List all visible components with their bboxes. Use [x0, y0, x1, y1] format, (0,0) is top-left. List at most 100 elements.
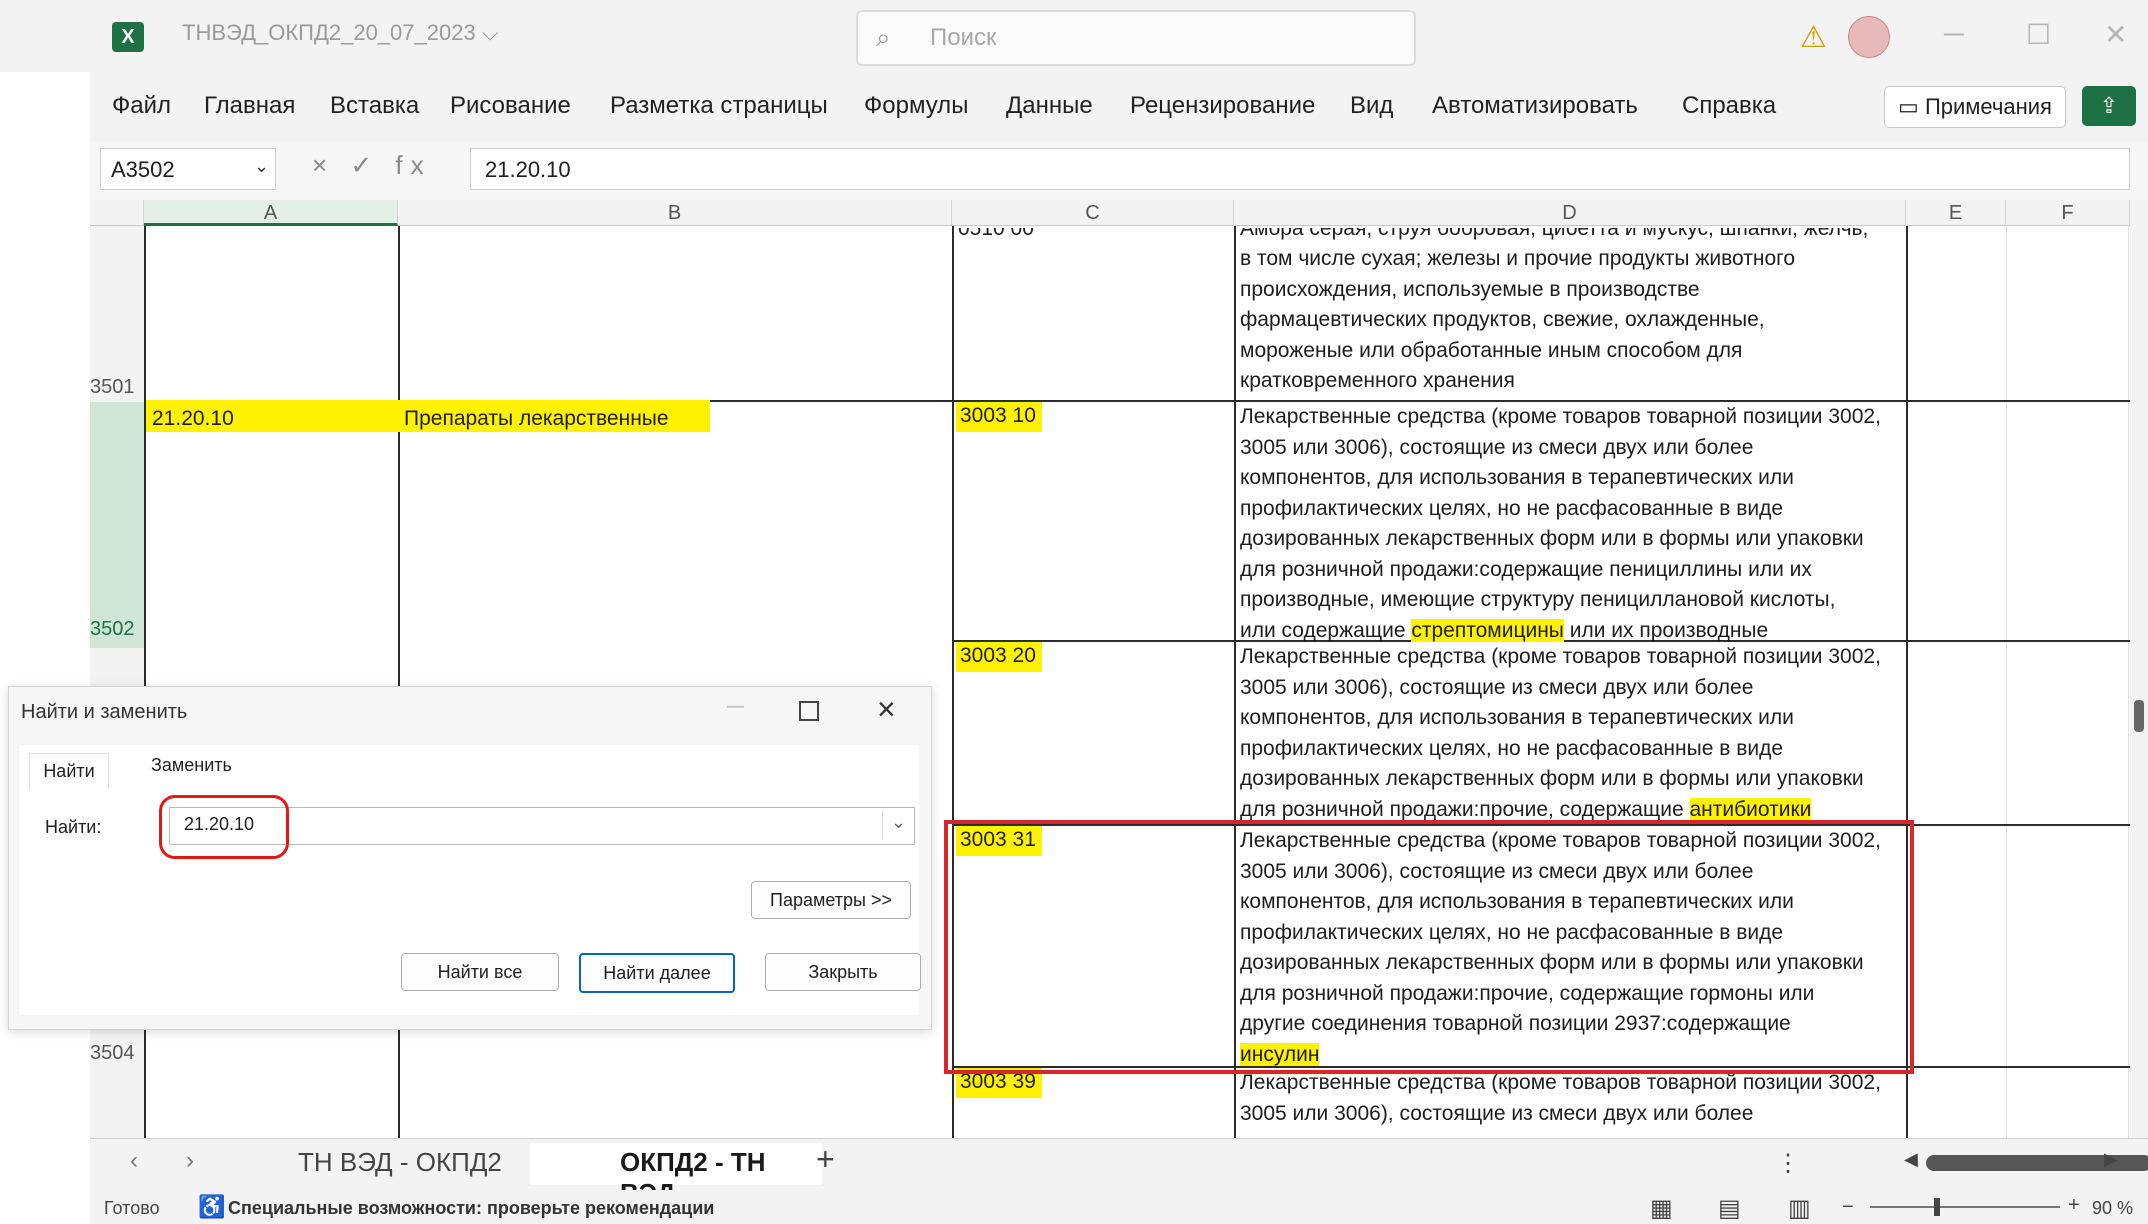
tab-replace[interactable]: Заменить: [151, 755, 232, 776]
find-history-dropdown[interactable]: ⌄: [882, 810, 913, 840]
comments-button[interactable]: ▭ Примечания: [1884, 86, 2066, 128]
column-header-b[interactable]: B: [398, 200, 952, 226]
cell-b-3502[interactable]: Препараты лекарственные: [404, 404, 669, 435]
menu-draw[interactable]: Рисование: [450, 92, 571, 120]
status-ready: Готово: [104, 1198, 160, 1218]
column-header-e[interactable]: E: [1906, 200, 2006, 226]
cell-line: дозированных лекарственных форм или в фо…: [1240, 527, 1864, 550]
zoom-slider-thumb[interactable]: [1934, 1198, 1940, 1216]
minimize-button[interactable]: ─: [1944, 18, 1964, 50]
cell-line: Лекарственные средства (кроме товаров то…: [1240, 405, 1881, 428]
cell-line: для розничной продажи:содержащие пеницил…: [1240, 557, 1812, 581]
menu-page-layout[interactable]: Разметка страницы: [610, 92, 828, 120]
share-button[interactable]: ⇪: [2082, 86, 2136, 126]
row-number-3502[interactable]: 3502: [90, 618, 144, 641]
cell-line: 3005 или 3006), состоящие из смеси двух …: [1240, 675, 1754, 699]
scroll-left-icon[interactable]: ◀: [1904, 1149, 1918, 1170]
ribbon-menu: Файл Главная Вставка Рисование Разметка …: [90, 72, 2148, 142]
search-box[interactable]: ⌕ Поиск: [856, 10, 1416, 66]
page-break-view-icon[interactable]: ▥: [1788, 1194, 1811, 1223]
dialog-maximize-icon[interactable]: [799, 701, 819, 721]
formula-controls[interactable]: × ✓ fx: [312, 150, 432, 181]
cell-line: производные, имеющие структуру пеницилла…: [1240, 588, 1836, 611]
accessibility-icon[interactable]: ♿: [198, 1194, 225, 1220]
cell-a-3502[interactable]: 21.20.10: [152, 404, 234, 435]
document-title[interactable]: ТНВЭД_ОКПД2_20_07_2023 ⌵: [182, 20, 498, 46]
name-box[interactable]: A3502: [100, 148, 276, 190]
close-dialog-button[interactable]: Закрыть: [765, 953, 921, 991]
excel-icon: X: [112, 22, 144, 52]
formula-input[interactable]: 21.20.10: [470, 148, 2130, 190]
zoom-in-icon[interactable]: +: [2068, 1194, 2080, 1217]
column-header-a[interactable]: A: [144, 200, 398, 226]
text-run: или их производные: [1563, 618, 1769, 642]
page-layout-view-icon[interactable]: ▤: [1718, 1194, 1741, 1223]
row-number-3501[interactable]: 3501: [90, 376, 144, 399]
comment-icon: ▭: [1898, 94, 1925, 119]
zoom-out-icon[interactable]: −: [1842, 1196, 1854, 1219]
avatar[interactable]: [1848, 16, 1890, 58]
scroll-right-icon[interactable]: ▶: [2104, 1149, 2118, 1170]
menu-review[interactable]: Рецензирование: [1130, 92, 1315, 120]
cell-d-3505[interactable]: Лекарственные средства (кроме товаров то…: [1240, 1068, 1881, 1129]
row-number-3504[interactable]: 3504: [90, 1042, 144, 1065]
add-sheet-button[interactable]: +: [816, 1141, 835, 1178]
vertical-scroll-thumb[interactable]: [2134, 700, 2144, 732]
name-box-dropdown-icon[interactable]: ⌄: [254, 156, 269, 177]
menu-formulas[interactable]: Формулы: [864, 92, 968, 120]
normal-view-icon[interactable]: ▦: [1650, 1194, 1673, 1223]
cell-c-3502[interactable]: 3003 10: [956, 402, 1042, 432]
highlighted-term: стрептомицины: [1411, 618, 1564, 642]
warning-icon[interactable]: ⚠: [1800, 20, 1827, 55]
column-header-f[interactable]: F: [2006, 200, 2130, 226]
zoom-slider[interactable]: [1870, 1206, 2060, 1208]
vertical-scrollbar[interactable]: [2130, 200, 2148, 1138]
search-icon: ⌕: [876, 22, 891, 52]
highlighted-term: антибиотики: [1689, 797, 1812, 821]
cell-line: 3005 или 3006), состоящие из смеси двух …: [1240, 1101, 1754, 1125]
dialog-minimize-icon[interactable]: ─: [727, 693, 744, 721]
dialog-title: Найти и заменить: [21, 701, 188, 723]
sheet-tab-tnved-okpd2[interactable]: ТН ВЭД - ОКПД2: [298, 1147, 502, 1178]
find-next-button[interactable]: Найти далее: [579, 953, 735, 993]
tab-find[interactable]: Найти: [29, 753, 109, 788]
menu-insert[interactable]: Вставка: [330, 92, 419, 120]
cell-line: 3005 или 3006), состоящие из смеси двух …: [1240, 435, 1754, 459]
menu-view[interactable]: Вид: [1350, 92, 1393, 120]
cell-line: фармацевтических продуктов, свежие, охла…: [1240, 308, 1765, 331]
gridline: [2128, 226, 2129, 1138]
scroll-tabs-left-icon[interactable]: ‹: [130, 1147, 138, 1175]
scroll-tabs-right-icon[interactable]: ›: [186, 1147, 194, 1175]
menu-data[interactable]: Данные: [1006, 92, 1093, 120]
menu-file[interactable]: Файл: [112, 92, 171, 120]
chevron-down-icon: ⌄: [891, 812, 907, 832]
formula-bar: A3502 ⌄ × ✓ fx 21.20.10: [90, 142, 2148, 201]
menu-automate[interactable]: Автоматизировать: [1432, 92, 1638, 120]
cell-line: дозированных лекарственных форм или в фо…: [1240, 767, 1864, 790]
menu-home[interactable]: Главная: [204, 92, 295, 120]
cell-c-3503[interactable]: 3003 20: [956, 642, 1042, 672]
left-margin: [0, 0, 90, 1224]
dialog-close-icon[interactable]: ×: [877, 691, 896, 728]
options-button[interactable]: Параметры >>: [751, 881, 911, 919]
select-all-corner[interactable]: [90, 200, 144, 226]
close-window-button[interactable]: ✕: [2104, 18, 2127, 51]
find-all-button[interactable]: Найти все: [401, 953, 559, 991]
column-header-c[interactable]: C: [952, 200, 1234, 226]
maximize-button[interactable]: ☐: [2026, 18, 2051, 51]
text-run: или содержащие: [1240, 618, 1412, 642]
column-header-d[interactable]: D: [1234, 200, 1906, 226]
cell-line: компонентов, для использования в терапев…: [1240, 706, 1794, 729]
menu-help[interactable]: Справка: [1682, 92, 1776, 120]
sheet-tab-okpd2-tnved[interactable]: ОКПД2 - ТН ВЭД: [530, 1143, 822, 1208]
comments-label: Примечания: [1924, 94, 2052, 119]
more-options-icon[interactable]: ⋮: [1776, 1149, 1800, 1178]
search-placeholder: Поиск: [930, 24, 997, 51]
accessibility-status[interactable]: Специальные возможности: проверьте реком…: [228, 1198, 714, 1219]
annotation-red-ellipse: [159, 795, 289, 859]
cell-d-3502[interactable]: Лекарственные средства (кроме товаров то…: [1240, 402, 1881, 646]
row-header-selected: [90, 402, 144, 648]
cell-d-3503[interactable]: Лекарственные средства (кроме товаров то…: [1240, 642, 1881, 824]
cell-d-3500[interactable]: в том числе сухая; железы и прочие проду…: [1240, 244, 1795, 397]
zoom-level[interactable]: 90 %: [2092, 1198, 2133, 1219]
